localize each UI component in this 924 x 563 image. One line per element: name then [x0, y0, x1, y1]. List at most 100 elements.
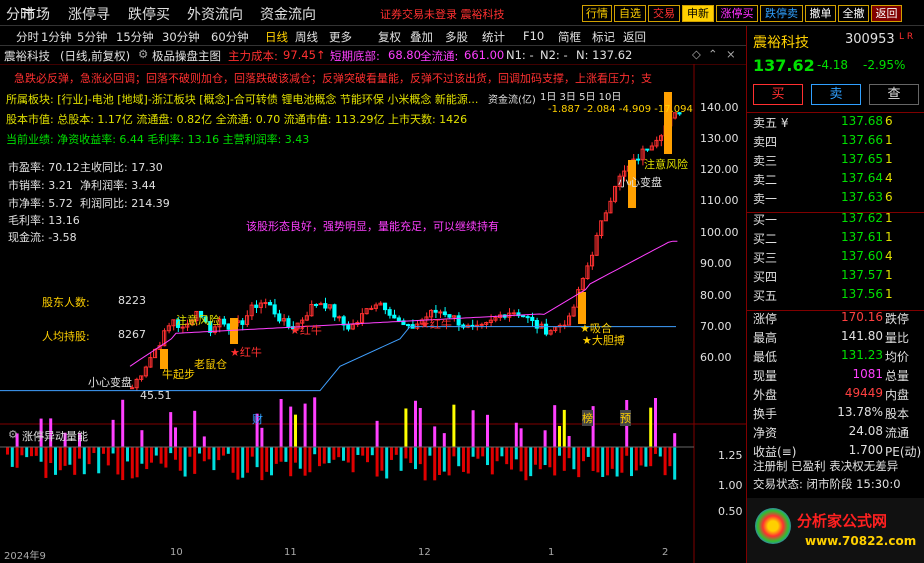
- period-8[interactable]: 更多: [329, 29, 352, 45]
- period-15[interactable]: 标记: [592, 29, 615, 45]
- menu-foreign-flow[interactable]: 外资流向: [187, 4, 243, 24]
- period-10[interactable]: 叠加: [410, 29, 433, 45]
- top-button-0[interactable]: 行情: [582, 5, 612, 22]
- sub-volume-bar: [577, 447, 581, 478]
- period-6[interactable]: 日线: [265, 29, 288, 45]
- sub-volume-bar: [615, 447, 619, 477]
- ask-row[interactable]: 卖五 ¥ 137.68 6: [747, 114, 924, 131]
- sub-settings-icon[interactable]: ⚙: [8, 428, 18, 441]
- period-12[interactable]: 统计: [482, 29, 505, 45]
- stat-label: 净资: [753, 426, 778, 440]
- bid-row[interactable]: 买二 137.61 1: [747, 230, 924, 247]
- period-14[interactable]: 简框: [558, 29, 581, 45]
- sell-button[interactable]: 卖: [811, 84, 861, 105]
- bottom-value: 68.80: [388, 48, 421, 62]
- sub-signal-bar: [294, 414, 297, 447]
- npg-text: 利润同比: 214.39: [80, 197, 170, 210]
- buy-button[interactable]: 买: [753, 84, 803, 105]
- sub-signal-bar: [418, 407, 422, 447]
- menu-market[interactable]: 市场: [22, 4, 50, 24]
- pe-text: 市盈率: 70.12: [8, 161, 80, 174]
- top-button-8[interactable]: 返回: [871, 5, 902, 22]
- period-7[interactable]: 周线: [295, 29, 318, 45]
- top-button-1[interactable]: 自选: [614, 5, 646, 22]
- stat-label-right: 量比: [885, 331, 910, 345]
- period-9[interactable]: 复权: [378, 29, 401, 45]
- bid-row[interactable]: 买五 137.56 1: [747, 287, 924, 304]
- top-button-6[interactable]: 撤单: [805, 5, 836, 22]
- sub-volume-bar: [390, 447, 393, 460]
- sub-volume-bar: [135, 447, 139, 478]
- period-1[interactable]: 1分钟: [41, 29, 71, 45]
- period-11[interactable]: 多股: [445, 29, 468, 45]
- stat-label-right: 均价: [885, 350, 910, 364]
- sub-volume-bar: [226, 447, 230, 454]
- sub-volume-bar: [318, 447, 321, 467]
- bid-row[interactable]: 买四 137.57 1: [747, 268, 924, 285]
- sub-volume-bar: [337, 447, 341, 458]
- stat-value: 141.80: [841, 329, 883, 343]
- sub-volume-bar: [25, 447, 29, 458]
- bid-volume: 1: [885, 287, 893, 301]
- sub-signal-bar: [169, 412, 173, 447]
- stat-row: 最低 131.23 均价: [747, 348, 924, 365]
- sub-signal-bar: [553, 405, 557, 447]
- date-axis-label: 2: [662, 547, 669, 558]
- sub-volume-bar: [418, 447, 422, 465]
- top-button-7[interactable]: 全撤: [838, 5, 869, 22]
- period-5[interactable]: 60分钟: [211, 29, 249, 45]
- period-4[interactable]: 30分钟: [162, 29, 200, 45]
- top-button-3[interactable]: 申新: [682, 5, 714, 22]
- indicator-name[interactable]: 极品操盘主图: [152, 48, 221, 64]
- close-icon[interactable]: ×: [726, 47, 736, 61]
- diamond-icon[interactable]: ◇: [692, 47, 701, 61]
- ask-volume: 4: [885, 171, 893, 185]
- sub-volume-bar: [534, 447, 537, 465]
- sub-volume-bar: [198, 447, 201, 454]
- sub-volume-bar: [49, 447, 53, 464]
- top-button-4[interactable]: 涨停买: [716, 5, 758, 22]
- period-3[interactable]: 15分钟: [116, 29, 154, 45]
- period-0[interactable]: 分时: [16, 29, 39, 45]
- candle-body: [636, 158, 641, 161]
- sub-volume-bar: [68, 447, 72, 465]
- menu-dieting[interactable]: 跌停买: [128, 4, 170, 24]
- sub-volume-bar: [20, 447, 24, 456]
- sub-volume-bar: [10, 447, 14, 467]
- menu-zhangting[interactable]: 涨停寻: [68, 4, 110, 24]
- stat-label: 现量: [753, 369, 778, 383]
- period-16[interactable]: 返回: [623, 29, 646, 45]
- top-button-5[interactable]: 跌停卖: [760, 5, 803, 22]
- sub-signal-bar: [562, 409, 566, 447]
- sub-volume-bar: [217, 447, 221, 461]
- settings-icon[interactable]: ⚙: [138, 47, 148, 61]
- menu-capital-flow[interactable]: 资金流向: [260, 4, 316, 24]
- sub-axis-label: 1.00: [718, 479, 743, 492]
- bid-row[interactable]: 买一 137.62 1: [747, 211, 924, 228]
- ask-row[interactable]: 卖一 137.63 6: [747, 190, 924, 207]
- stat-label-right: 内盘: [885, 388, 910, 402]
- bid-label: 买三: [753, 251, 778, 265]
- sub-volume-bar: [327, 447, 331, 464]
- bid-volume: 1: [885, 211, 893, 225]
- period-2[interactable]: 5分钟: [77, 29, 107, 45]
- candle-body: [396, 317, 401, 322]
- chart-mode: (日线,前复权): [60, 49, 131, 63]
- sub-volume-bar: [452, 447, 456, 457]
- bid-row[interactable]: 买三 137.60 4: [747, 249, 924, 266]
- sub-signal-bar: [279, 399, 283, 447]
- candle-body: [314, 304, 319, 307]
- ask-row[interactable]: 卖三 137.65 1: [747, 152, 924, 169]
- ask-row[interactable]: 卖二 137.64 4: [747, 171, 924, 188]
- period-13[interactable]: F10: [523, 29, 544, 43]
- bid-price: 137.61: [841, 230, 883, 244]
- sub-volume-bar: [385, 447, 389, 479]
- chevron-up-icon[interactable]: ⌃: [708, 47, 718, 61]
- sub-volume-bar: [649, 447, 653, 467]
- sub-volume-bar: [442, 447, 446, 472]
- top-button-2[interactable]: 交易: [648, 5, 680, 22]
- signal-bar: [664, 92, 672, 154]
- query-button[interactable]: 查: [869, 84, 919, 105]
- stat-label: 外盘: [753, 388, 778, 402]
- ask-row[interactable]: 卖四 137.66 1: [747, 133, 924, 150]
